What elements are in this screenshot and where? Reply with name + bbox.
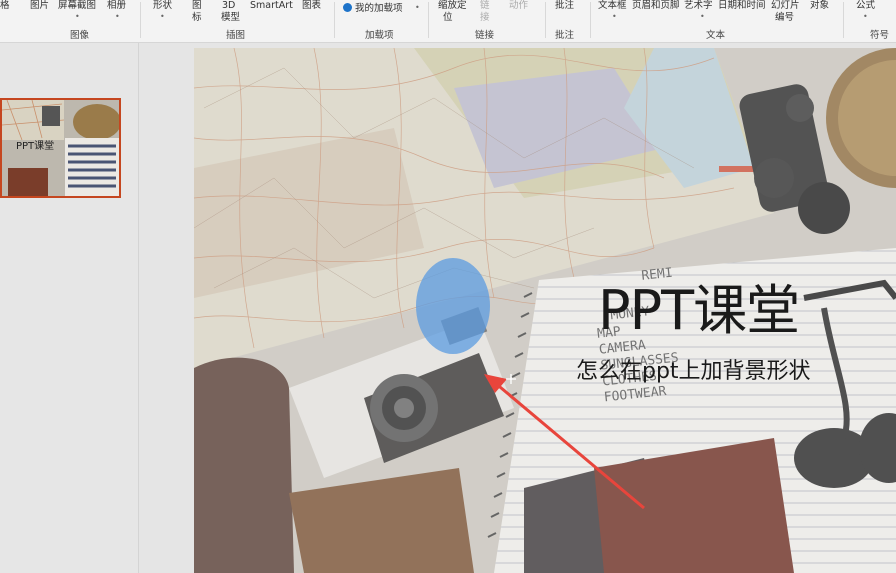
thumbnail-title: PPT课堂: [16, 141, 55, 152]
slide-number-label: 编号: [775, 12, 795, 23]
album-button[interactable]: 相册: [107, 0, 126, 11]
ellipse-shape[interactable]: [416, 258, 490, 354]
smartart-button[interactable]: SmartArt: [250, 0, 293, 11]
link-button[interactable]: 链: [480, 0, 490, 11]
dropdown-indicator: •: [75, 12, 80, 21]
picture-button[interactable]: 图片: [30, 0, 49, 11]
slide-thumbnail-pane[interactable]: PPT课堂: [0, 43, 139, 573]
dropdown-indicator: •: [415, 3, 420, 12]
datetime-button[interactable]: 日期和时间: [718, 0, 766, 11]
textbox-button[interactable]: 文本框: [598, 0, 627, 11]
dropdown-indicator: •: [115, 12, 120, 21]
separator: [334, 2, 335, 38]
model3d-button[interactable]: 3D: [222, 0, 235, 11]
separator: [545, 2, 546, 38]
my-addins-button[interactable]: 我的加载项: [343, 3, 403, 14]
my-addins-label: 我的加载项: [355, 3, 403, 14]
slide-title[interactable]: PPT课堂: [598, 266, 800, 345]
model3d-button-label: 模型: [221, 12, 241, 23]
group-addins: 加载项: [365, 30, 394, 41]
group-comments: 批注: [555, 30, 575, 41]
dropdown-indicator: •: [863, 12, 868, 21]
icons-button[interactable]: 图: [192, 0, 202, 11]
equation-button[interactable]: 公式: [856, 0, 875, 11]
addins-icon: [343, 3, 352, 12]
link-button-label: 接: [480, 12, 490, 23]
zoom-button[interactable]: 缩放定: [438, 0, 467, 11]
ribbon-partial-label: 格: [0, 0, 10, 11]
wordart-button[interactable]: 艺术字: [684, 0, 713, 11]
group-images: 图像: [70, 30, 90, 41]
group-text: 文本: [706, 30, 726, 41]
separator: [843, 2, 844, 38]
chart-button[interactable]: 图表: [302, 0, 321, 11]
screenshot-button[interactable]: 屏幕截图: [58, 0, 96, 11]
dropdown-indicator: •: [160, 12, 165, 21]
separator: [590, 2, 591, 38]
comment-button[interactable]: 批注: [555, 0, 574, 11]
icons-button-label: 标: [192, 12, 202, 23]
separator: [140, 2, 141, 38]
group-symbols: 符号: [870, 30, 890, 41]
group-illustrations: 插图: [226, 30, 246, 41]
slide-number-button[interactable]: 幻灯片: [771, 0, 800, 11]
object-button[interactable]: 对象: [810, 0, 829, 11]
zoom-button-label: 位: [443, 12, 453, 23]
slide-thumbnail-1[interactable]: PPT课堂: [0, 98, 121, 198]
separator: [428, 2, 429, 38]
dropdown-indicator: •: [700, 12, 705, 21]
header-footer-button[interactable]: 页眉和页脚: [632, 0, 680, 11]
group-links: 链接: [475, 30, 495, 41]
ribbon: 格 图片 屏幕截图 相册 • • 图像 形状 • 图 标 3D 模型 Smart…: [0, 0, 896, 43]
dropdown-indicator: •: [612, 12, 617, 21]
slide-subtitle[interactable]: 怎么在ppt上加背景形状: [576, 353, 811, 385]
shapes-button[interactable]: 形状: [153, 0, 172, 11]
action-button[interactable]: 动作: [509, 0, 528, 11]
